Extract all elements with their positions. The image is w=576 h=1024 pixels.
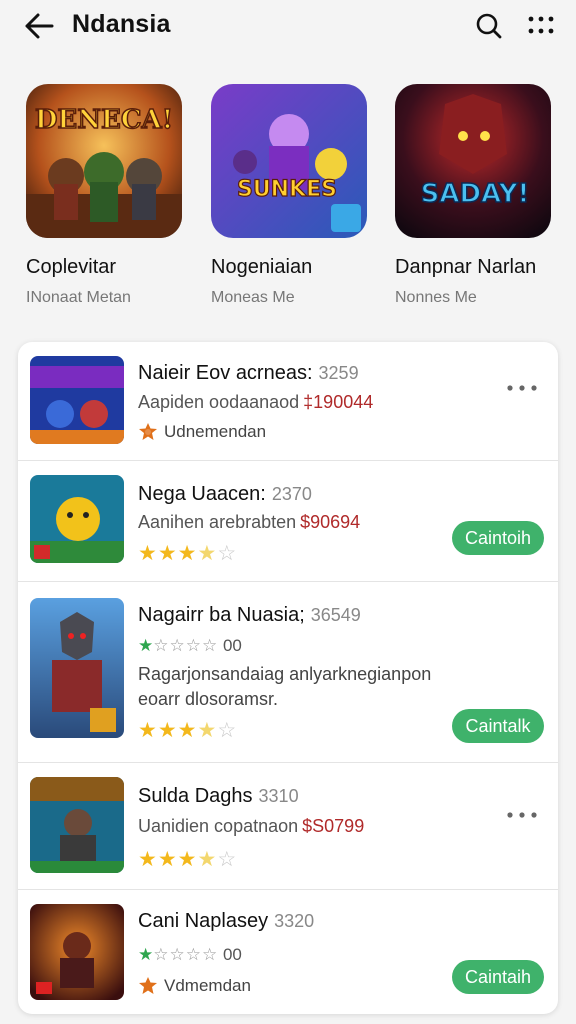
game-thumbnail: SADAY! [395,84,551,238]
item-title: Naieir Eov acrneas: 3259 [138,362,359,384]
search-button[interactable] [472,10,506,42]
game-thumbnail: SUNKES [211,84,367,238]
more-options-button[interactable] [524,10,558,42]
item-count: 2370 [271,484,312,504]
item-count: 3320 [274,911,315,931]
item-count: 36549 [310,605,361,625]
app-header: Ndansia [0,0,576,52]
item-title: Cani Naplasey 3320 [138,910,315,932]
more-grid-dots-icon [528,16,554,34]
page-title: Ndansia [72,10,171,38]
item-meta: Udnemendan [138,422,266,442]
featured-title: Coplevitar [26,256,117,278]
list-item[interactable]: Sulda Daghs 3310 Uanidien copatnaon $S0799… [18,763,558,889]
mini-rating: ★☆☆☆☆ 00 [138,945,242,964]
featured-subtitle: Moneas Me [211,289,295,306]
install-button[interactable]: Caintaih [452,960,544,994]
game-icon [30,356,124,444]
item-price: ‡190044 [303,392,374,412]
game-list: Naieir Eov acrneas: 3259 Aapiden oodaanao… [18,342,558,1014]
featured-games: DENECA! Coplevitar INonaat Metan SUNKES … [0,84,576,314]
game-icon [30,777,124,873]
featured-title: Nogeniaian [211,256,313,278]
game-icon [30,475,124,563]
item-price: $S0799 [302,816,365,836]
more-horizontal-icon [507,385,537,391]
game-icon [30,904,124,1000]
star-rating: ★★★★☆ [138,542,238,565]
game-thumbnail: DENECA! [26,84,182,238]
featured-item[interactable]: DENECA! Coplevitar INonaat Metan [26,84,196,307]
star-rating: ★★★★☆ [138,848,238,871]
featured-title: Danpnar Narlan [395,256,537,278]
item-subtitle: Aanihen arebrabten $90694 [138,512,361,532]
thumbnail-art-text: SADAY! [421,179,530,209]
more-options-button[interactable] [504,378,540,398]
list-item[interactable]: Nagairr ba Nuasia; 36549 ★☆☆☆☆ 00 Ragarjo… [18,582,558,762]
search-icon [476,13,502,39]
item-title: Nagairr ba Nuasia; 36549 [138,604,361,626]
badge-icon [139,977,157,994]
list-item[interactable]: Nega Uaacen: 2370 Aanihen arebrabten $9069… [18,461,558,581]
item-count: 3259 [318,363,359,383]
more-options-button[interactable] [504,805,540,825]
item-meta: Vdmemdan [138,976,251,996]
item-title: Nega Uaacen: 2370 [138,483,312,505]
thumbnail-art-text: SUNKES [237,177,337,202]
list-item[interactable]: Naieir Eov acrneas: 3259 Aapiden oodaanao… [18,342,558,460]
item-title: Sulda Daghs 3310 [138,785,299,807]
thumbnail-art-text: DENECA! [35,105,173,135]
back-arrow-icon [25,13,54,39]
featured-subtitle: Nonnes Me [395,289,477,306]
item-subtitle: Uanidien copatnaon $S0799 [138,816,365,836]
item-price: $90694 [300,512,361,532]
item-count: 3310 [258,786,299,806]
featured-item[interactable]: SUNKES Nogeniaian Moneas Me [211,84,381,307]
game-icon [30,598,124,738]
star-rating: ★★★★☆ [138,719,238,742]
more-horizontal-icon [507,812,537,818]
back-button[interactable] [22,10,56,42]
badge-icon [139,423,157,440]
item-subtitle: Aapiden oodaanaod ‡190044 [138,392,374,412]
featured-subtitle: INonaat Metan [26,289,131,306]
featured-item[interactable]: SADAY! Danpnar Narlan Nonnes Me [395,84,565,307]
install-button[interactable]: Caintoih [452,521,544,555]
mini-rating: ★☆☆☆☆ 00 [138,636,242,655]
item-description: Ragarjonsandaiag anlyarknegianpon eoarr … [138,664,432,709]
install-button[interactable]: Caintalk [452,709,544,743]
list-item[interactable]: Cani Naplasey 3320 ★☆☆☆☆ 00 Vdmemdan Cain… [18,890,558,1014]
